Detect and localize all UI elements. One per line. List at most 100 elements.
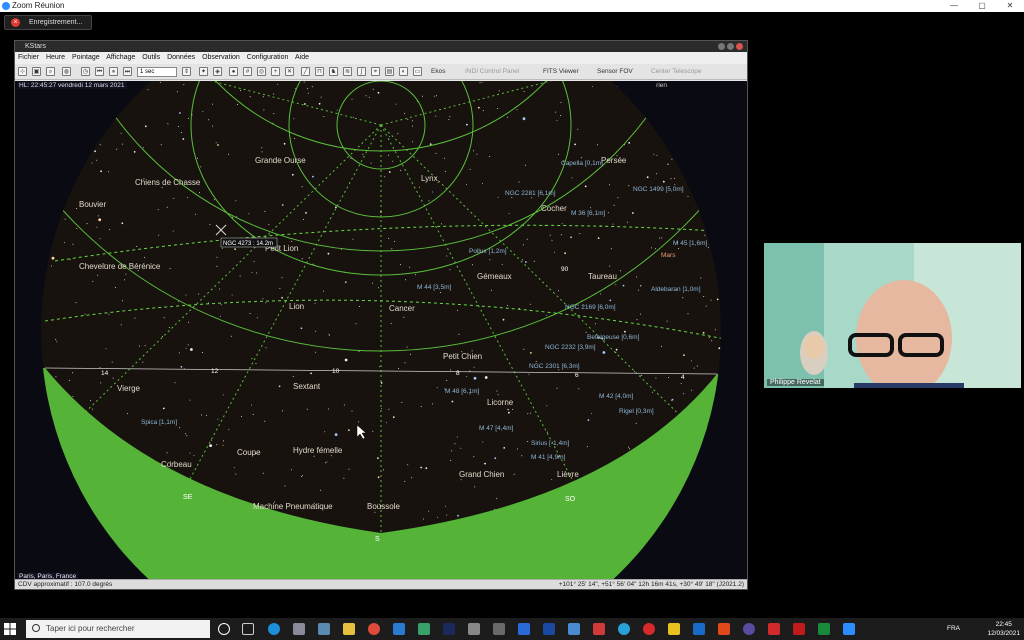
menu-observation[interactable]: Observation — [202, 54, 240, 61]
lines-toggle-icon[interactable]: ╱ — [301, 67, 310, 76]
galaxy-toggle-icon[interactable]: ◎ — [257, 67, 266, 76]
app-icon-21[interactable] — [743, 623, 755, 635]
store-icon[interactable] — [318, 623, 330, 635]
star — [670, 178, 672, 180]
app-icon-16[interactable] — [618, 623, 630, 635]
edge-icon[interactable] — [268, 623, 280, 635]
step-back-icon[interactable]: ⏮ — [95, 67, 104, 76]
app-icon-18[interactable] — [668, 623, 680, 635]
minimize-icon[interactable]: — — [940, 0, 968, 12]
app-icon-14[interactable] — [568, 623, 580, 635]
center-telescope-button[interactable]: Center Telescope — [651, 67, 701, 77]
star — [680, 383, 682, 385]
recording-indicator[interactable]: × Enregistrement... — [4, 15, 92, 30]
sensor-fov-button[interactable]: Sensor FOV — [597, 67, 633, 77]
star — [466, 184, 468, 185]
outlook-icon[interactable] — [693, 623, 705, 635]
time-step-field[interactable]: 1 sec — [137, 67, 177, 77]
star — [265, 302, 267, 304]
menu-aide[interactable]: Aide — [295, 54, 309, 61]
language-indicator[interactable]: FRA — [947, 625, 960, 632]
deep-sky-toggle-icon[interactable]: ◈ — [213, 67, 222, 76]
star — [291, 173, 294, 176]
kstars-close-icon[interactable] — [736, 43, 743, 50]
kstars-minimize-icon[interactable] — [718, 43, 725, 50]
satellite-toggle-icon[interactable]: ✕ — [285, 67, 294, 76]
zoom-taskbar-icon[interactable] — [843, 623, 855, 635]
taskbar-search-input[interactable]: Taper ici pour rechercher — [26, 620, 210, 638]
opera-icon[interactable] — [643, 623, 655, 635]
star — [412, 120, 413, 122]
solar-system-toggle-icon[interactable]: ● — [229, 67, 238, 76]
boundaries-toggle-icon[interactable]: ⊓ — [315, 67, 324, 76]
star — [265, 347, 267, 349]
app-icon-22[interactable] — [768, 623, 780, 635]
mail-icon[interactable] — [393, 623, 405, 635]
equator-toggle-icon[interactable]: ∫ — [357, 67, 366, 76]
excel-icon[interactable] — [818, 623, 830, 635]
fits-viewer-button[interactable]: FITS Viewer — [543, 67, 579, 77]
chrome-icon[interactable] — [368, 623, 380, 635]
explorer-icon[interactable] — [343, 623, 355, 635]
menu-donnees[interactable]: Données — [167, 54, 195, 61]
zoom-icon-tool[interactable]: ⌕ — [46, 67, 55, 76]
milky-way-toggle-icon[interactable]: ≋ — [343, 67, 352, 76]
app-icon-11[interactable] — [493, 623, 505, 635]
star — [294, 138, 296, 139]
star — [482, 441, 484, 443]
stars-toggle-icon[interactable]: ✦ — [199, 67, 208, 76]
app-icon-13[interactable] — [543, 623, 555, 635]
kstars-maximize-icon[interactable] — [727, 43, 734, 50]
app-icon-23[interactable] — [793, 623, 805, 635]
app-icon-10[interactable] — [468, 623, 480, 635]
stop-recording-icon[interactable]: × — [11, 18, 20, 27]
app-icon-8[interactable] — [418, 623, 430, 635]
label-aldebaran: Aldebaran [1,0m] — [651, 286, 701, 293]
menu-outils[interactable]: Outils — [142, 54, 160, 61]
ecliptic-toggle-icon[interactable]: ⌖ — [371, 67, 380, 76]
app-icon-15[interactable] — [593, 623, 605, 635]
photoshop-icon[interactable] — [443, 623, 455, 635]
star — [683, 393, 685, 395]
star — [610, 248, 612, 250]
app-icon-2[interactable] — [293, 623, 305, 635]
system-clock[interactable]: 22:45 12/03/2021 — [987, 620, 1020, 638]
menu-fichier[interactable]: Fichier — [18, 54, 39, 61]
windows-start-icon[interactable] — [4, 623, 16, 635]
menu-pointage[interactable]: Pointage — [72, 54, 100, 61]
menu-heure[interactable]: Heure — [46, 54, 65, 61]
figures-toggle-icon[interactable]: ♞ — [329, 67, 338, 76]
time-step-spin-icon[interactable]: ⇕ — [182, 67, 191, 76]
task-view-icon[interactable] — [242, 623, 254, 635]
clock-icon[interactable]: ◷ — [81, 67, 90, 76]
star — [300, 327, 303, 330]
hips-toggle-icon[interactable]: ▭ — [413, 67, 422, 76]
star — [628, 142, 631, 144]
step-forward-icon[interactable]: ⏭ — [123, 67, 132, 76]
grid-toggle-icon[interactable]: # — [243, 67, 252, 76]
globe-icon[interactable]: ◍ — [62, 67, 71, 76]
maximize-icon[interactable]: ▢ — [968, 0, 996, 12]
find-object-icon[interactable]: ▣ — [32, 67, 41, 76]
video-tile[interactable]: Philippe Revelat — [764, 243, 1021, 388]
horizon-toggle-icon[interactable]: ▤ — [385, 67, 394, 76]
cortana-icon[interactable] — [218, 623, 230, 635]
star — [351, 410, 353, 412]
label-betelgeuse: Betelgeuse [0,6m] — [587, 334, 640, 341]
close-icon[interactable]: ✕ — [996, 0, 1024, 12]
dropbox-icon[interactable] — [518, 623, 530, 635]
indi-control-panel-button[interactable]: INDI Control Panel — [465, 67, 519, 77]
menu-affichage[interactable]: Affichage — [106, 54, 135, 61]
star — [324, 431, 326, 433]
sky-map[interactable]: Grande Ourse Chiens de Chasse Bouvier Ch… — [15, 81, 747, 581]
ekos-button[interactable]: Ekos — [431, 67, 445, 77]
pause-icon[interactable]: ⏸ — [109, 67, 118, 76]
center-icon[interactable]: ⊹ — [18, 67, 27, 76]
label-persee: Persée — [601, 156, 627, 165]
office-icon[interactable] — [718, 623, 730, 635]
kstars-title: KStars — [25, 43, 47, 50]
menu-configuration[interactable]: Configuration — [247, 54, 289, 61]
ground-toggle-icon[interactable]: ◐ — [399, 67, 408, 76]
sky-map-canvas[interactable]: Grande Ourse Chiens de Chasse Bouvier Ch… — [15, 81, 747, 581]
crosshair-toggle-icon[interactable]: + — [271, 67, 280, 76]
